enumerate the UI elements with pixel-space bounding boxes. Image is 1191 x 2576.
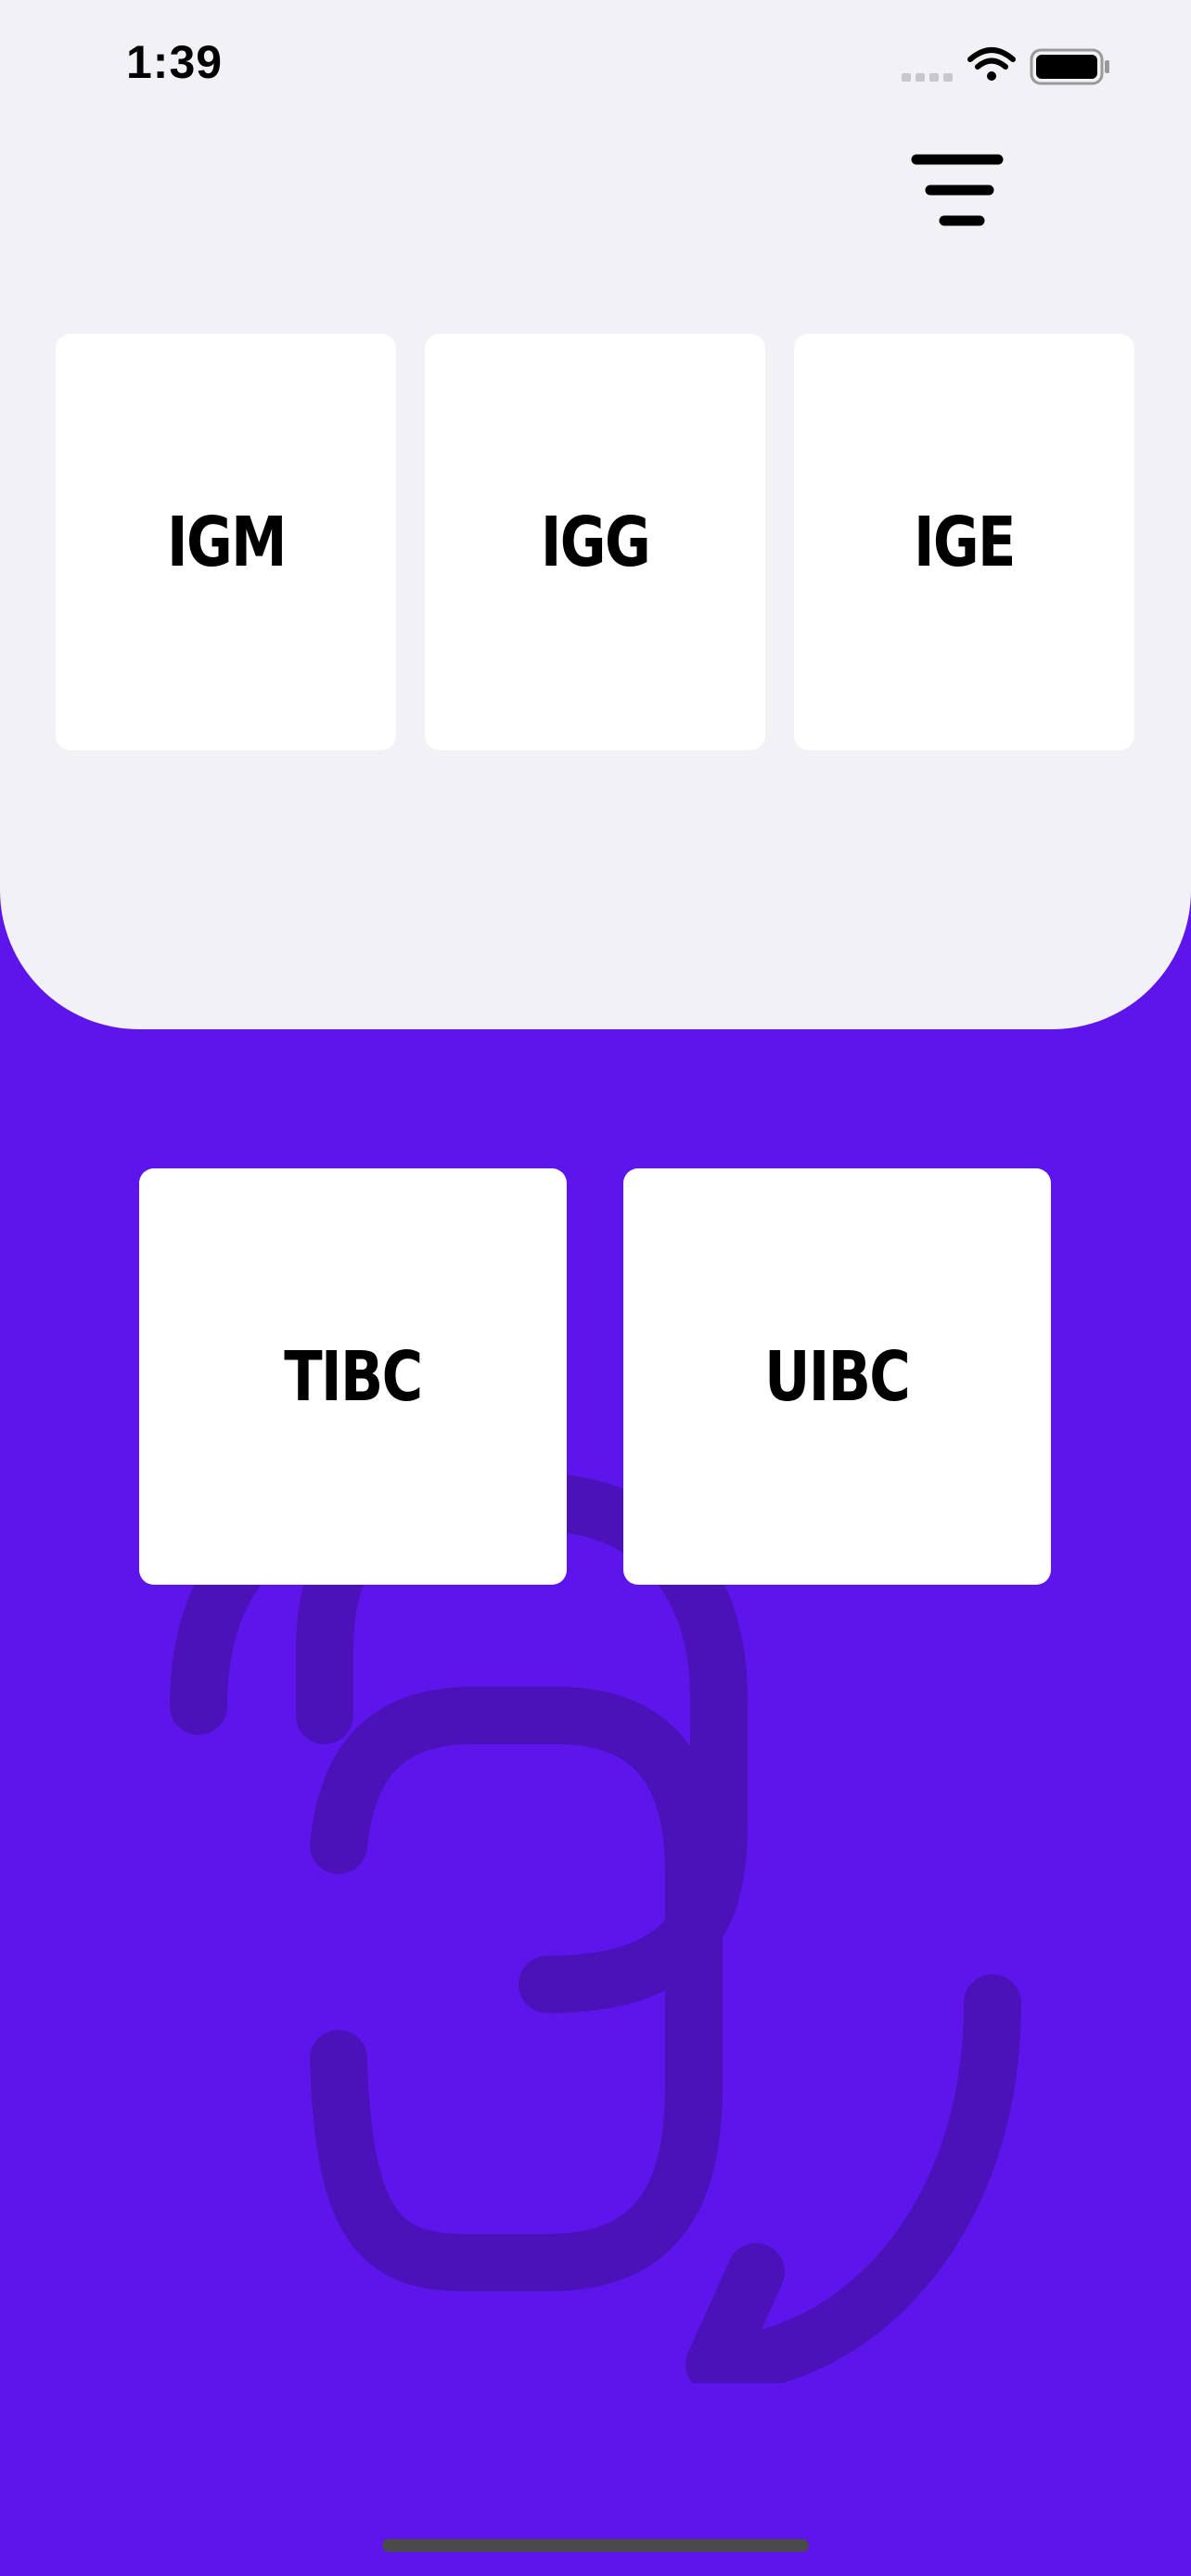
card-tibc[interactable]: TIBC <box>139 1168 567 1585</box>
card-uibc[interactable]: UIBC <box>623 1168 1051 1585</box>
home-indicator[interactable] <box>382 2539 809 2552</box>
card-igm[interactable]: IGM <box>56 334 396 750</box>
card-label: IGG <box>540 502 651 582</box>
wifi-icon <box>967 47 1016 81</box>
battery-icon <box>1030 48 1109 85</box>
card-label: IGE <box>914 502 1017 582</box>
swap-rotate-icon <box>170 1474 1021 2383</box>
status-time: 1:39 <box>126 36 224 88</box>
card-label: TIBC <box>284 1336 423 1417</box>
filter-menu-icon[interactable] <box>907 148 1009 241</box>
status-icons <box>902 47 1109 85</box>
card-igg[interactable]: IGG <box>425 334 765 750</box>
top-panel: 1:39 IGM IGG IGE <box>0 0 1191 1029</box>
card-label: IGM <box>166 502 287 582</box>
cellular-signal-icon <box>902 73 953 82</box>
card-label: UIBC <box>764 1336 911 1417</box>
card-ige[interactable]: IGE <box>794 334 1134 750</box>
